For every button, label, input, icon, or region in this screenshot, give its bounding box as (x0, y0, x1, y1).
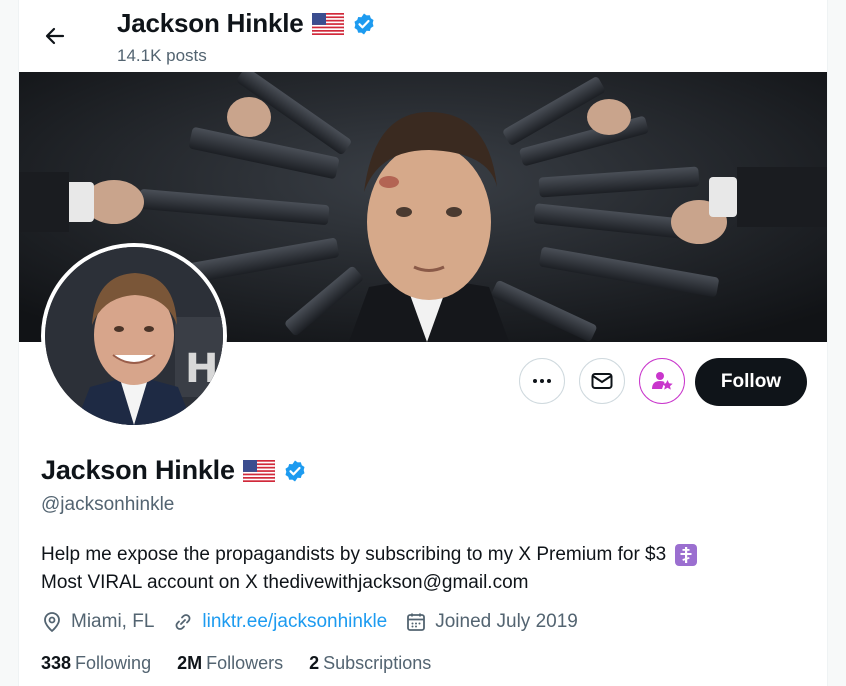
profile-name-row: Jackson Hinkle (41, 455, 307, 486)
profile-stats: 338 Following 2M Followers 2 Subscriptions (41, 653, 457, 674)
profile-meta: Miami, FL linktr.ee/jacksonhinkle Joined… (41, 611, 596, 633)
svg-text:HB: HB (185, 346, 223, 392)
followers-label: Followers (206, 653, 284, 673)
verified-badge-icon[interactable] (352, 12, 376, 36)
website-link[interactable]: linktr.ee/jacksonhinkle (202, 611, 387, 633)
us-flag-icon (242, 459, 275, 482)
header-name-row: Jackson Hinkle (117, 8, 376, 39)
avatar-image: HB (45, 247, 223, 425)
following-link[interactable]: 338 Following (41, 653, 151, 674)
arrow-left-icon (45, 27, 65, 45)
profile-bio: Help me expose the propagandists by subs… (41, 541, 811, 597)
profile-header: Jackson Hinkle 14.1K posts (19, 0, 827, 72)
bio-text: Most VIRAL account on X thedivewithjacks… (41, 572, 529, 593)
joined-text: Joined July 2019 (435, 611, 578, 632)
subscribe-star-icon (652, 372, 673, 390)
location-pin-icon (44, 612, 60, 633)
profile-column: Jackson Hinkle 14.1K posts H Follow Jack… (18, 0, 828, 686)
avatar[interactable]: HB (41, 243, 227, 429)
followers-count: 2M (177, 653, 203, 673)
subscriptions-label: Subscriptions (323, 653, 432, 673)
message-button[interactable] (579, 358, 625, 404)
profile-name: Jackson Hinkle (41, 455, 235, 485)
us-flag-icon (311, 12, 344, 35)
header-post-count: 14.1K posts (117, 46, 207, 65)
link-icon (175, 614, 191, 630)
bio-text: Help me expose the propagandists by subs… (41, 544, 667, 565)
followers-link[interactable]: 2M Followers (177, 653, 283, 674)
envelope-icon (591, 373, 613, 389)
back-button[interactable] (35, 16, 75, 56)
more-icon (533, 379, 551, 383)
location-text: Miami, FL (71, 611, 155, 632)
more-button[interactable] (519, 358, 565, 404)
calendar-icon (407, 613, 426, 631)
subscriptions-link[interactable]: 2 Subscriptions (309, 653, 431, 674)
subscriptions-count: 2 (309, 653, 320, 673)
subscribe-button[interactable] (639, 358, 685, 404)
website-item[interactable]: linktr.ee/jacksonhinkle (172, 611, 387, 633)
following-count: 338 (41, 653, 72, 673)
header-name: Jackson Hinkle (117, 8, 304, 38)
location-item: Miami, FL (41, 611, 154, 633)
bio-line: Most VIRAL account on X thedivewithjacks… (41, 569, 811, 597)
joined-item: Joined July 2019 (405, 611, 578, 633)
verified-badge-icon[interactable] (283, 459, 307, 483)
bio-line: Help me expose the propagandists by subs… (41, 541, 811, 569)
follow-button[interactable]: Follow (695, 358, 807, 406)
profile-handle: @jacksonhinkle (41, 494, 175, 515)
following-label: Following (75, 653, 152, 673)
orthodox-cross-icon (675, 544, 698, 566)
